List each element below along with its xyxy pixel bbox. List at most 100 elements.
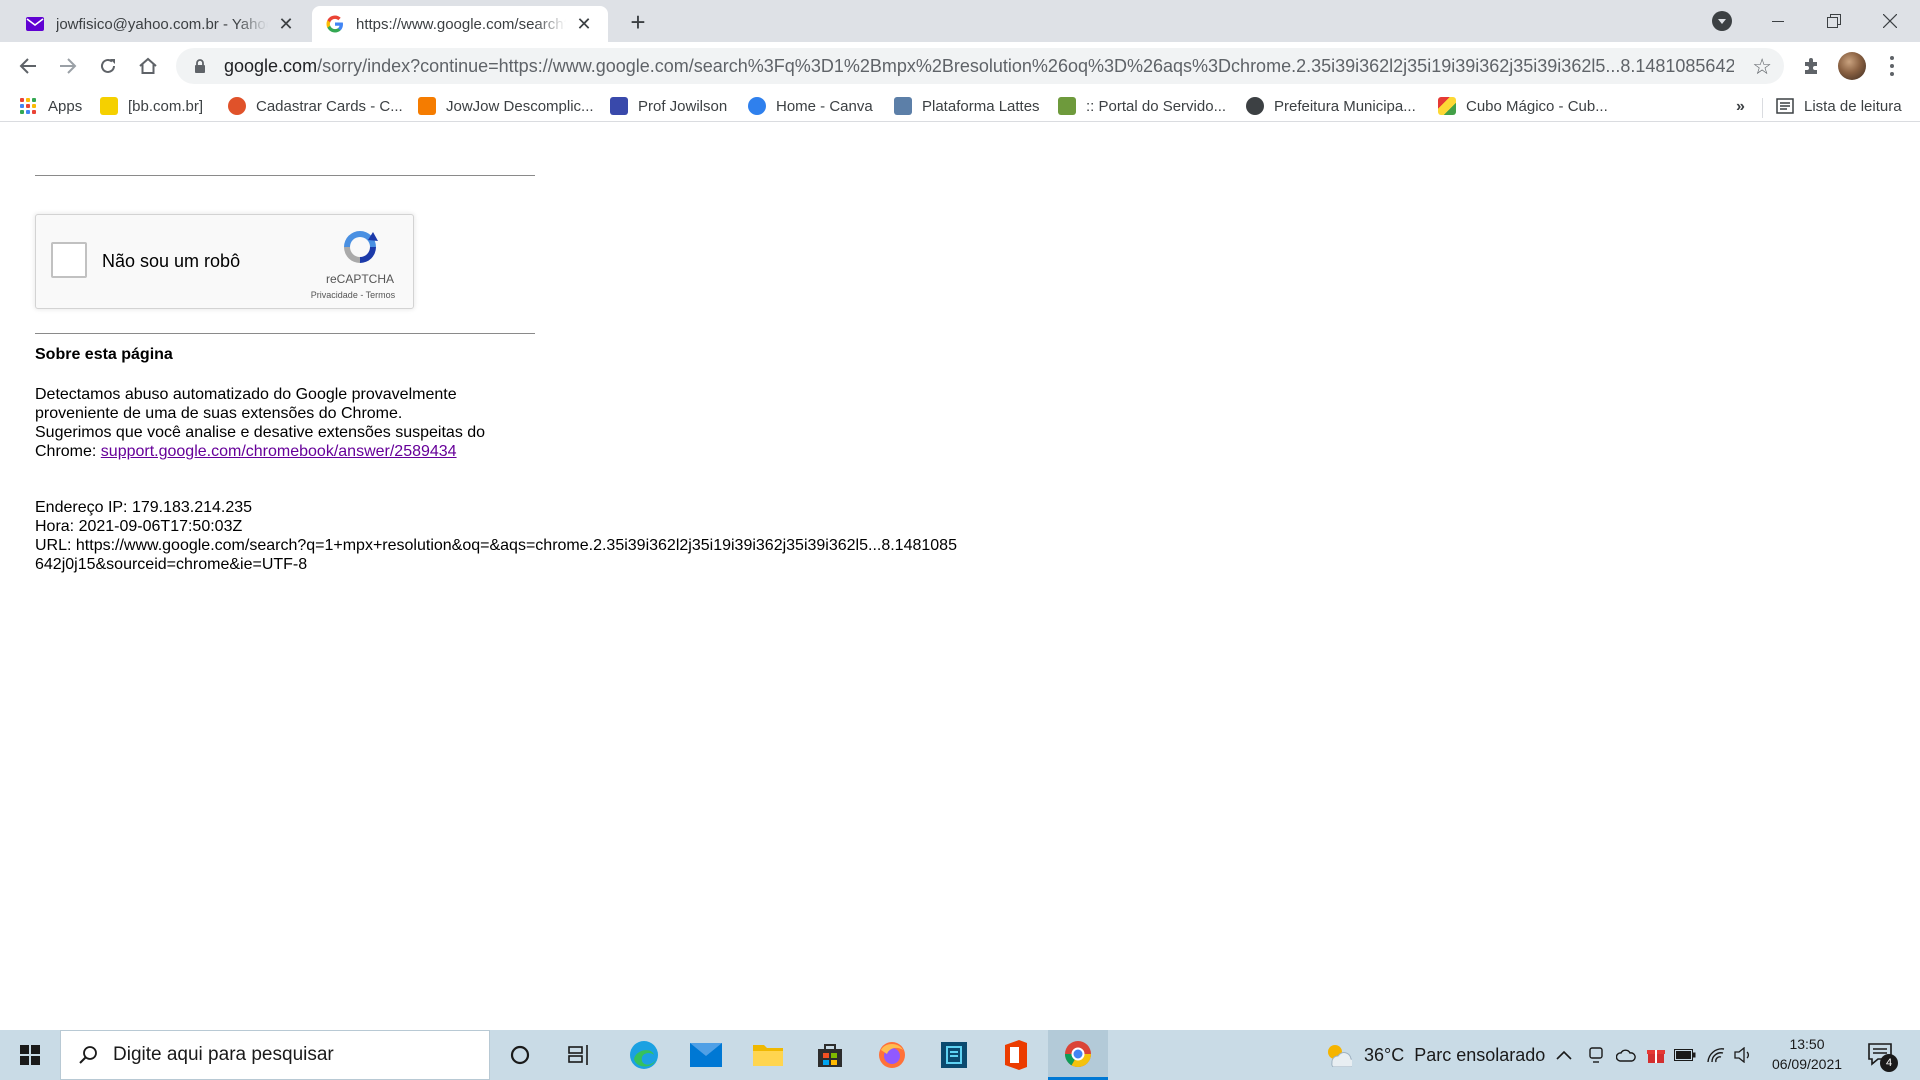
recaptcha-label: Não sou um robô bbox=[102, 251, 241, 271]
back-button[interactable] bbox=[12, 50, 44, 82]
windows-logo-icon bbox=[20, 1045, 40, 1065]
bookmark-label: Cubo Mágico - Cub... bbox=[1466, 97, 1608, 115]
reload-icon bbox=[101, 58, 115, 73]
firefox-icon bbox=[879, 1042, 905, 1068]
taskbar-clock[interactable]: 13:50 06/09/2021 bbox=[1762, 1034, 1852, 1074]
restore-icon bbox=[1827, 14, 1841, 28]
request-details: Endereço IP: 179.183.214.235 Hora: 2021-… bbox=[35, 498, 995, 574]
browser-toolbar: google.com/sorry/index?continue=https://… bbox=[0, 42, 1920, 90]
cortana-button[interactable] bbox=[490, 1030, 550, 1080]
wifi-icon bbox=[1707, 1048, 1725, 1063]
tab-title: jowfisico@yahoo.com.br - Yahoo bbox=[56, 15, 268, 33]
gift-icon bbox=[1647, 1050, 1665, 1063]
bookmark-cubo-magico[interactable]: Cubo Mágico - Cub... bbox=[1438, 94, 1608, 118]
task-view-icon bbox=[568, 1045, 588, 1065]
close-icon bbox=[1883, 14, 1897, 28]
reading-list-label: Lista de leitura bbox=[1804, 97, 1902, 115]
yahoo-mail-icon bbox=[26, 17, 44, 31]
taskbar-file-explorer[interactable] bbox=[738, 1030, 798, 1080]
url-path: /sorry/index?continue=https://www.google… bbox=[317, 55, 1734, 76]
bookmark-portal-servidor[interactable]: :: Portal do Servido... bbox=[1058, 94, 1226, 118]
recaptcha-privacy-link[interactable]: Privacidade bbox=[311, 290, 358, 300]
tray-volume[interactable] bbox=[1734, 1030, 1754, 1080]
home-button[interactable] bbox=[132, 50, 164, 82]
webcam-icon bbox=[1589, 1047, 1603, 1063]
bookmark-label: Apps bbox=[48, 97, 83, 115]
lattes-icon bbox=[894, 97, 912, 115]
partly-sunny-icon bbox=[1328, 1045, 1352, 1067]
bookmark-prof-jowilson[interactable]: Prof Jowilson bbox=[610, 94, 727, 118]
tray-expand-button[interactable] bbox=[1556, 1030, 1572, 1080]
tray-app[interactable] bbox=[1646, 1030, 1666, 1080]
clock-time: 13:50 bbox=[1789, 1036, 1825, 1052]
weather-temp: 36°C bbox=[1364, 1044, 1405, 1065]
taskbar-store[interactable] bbox=[800, 1030, 860, 1080]
taskbar-edge[interactable] bbox=[614, 1030, 674, 1080]
reload-button[interactable] bbox=[92, 50, 124, 82]
bookmark-bb[interactable]: [bb.com.br] bbox=[100, 94, 203, 118]
recaptcha-checkbox[interactable] bbox=[51, 242, 87, 278]
bookmarks-overflow-button[interactable]: » bbox=[1736, 98, 1745, 116]
tab-yahoo-mail[interactable]: jowfisico@yahoo.com.br - Yahoo ✕ bbox=[12, 6, 310, 42]
notifications-count: 4 bbox=[1880, 1054, 1898, 1072]
reading-list-icon bbox=[1776, 98, 1794, 114]
bookmark-apps[interactable]: Apps bbox=[20, 94, 82, 118]
bookmark-jowjow[interactable]: JowJow Descomplic... bbox=[418, 94, 594, 118]
taskbar-chrome[interactable] bbox=[1048, 1030, 1108, 1080]
restore-button[interactable] bbox=[1806, 0, 1862, 42]
bookmark-label: Plataforma Lattes bbox=[922, 97, 1040, 115]
tray-network[interactable] bbox=[1706, 1030, 1726, 1080]
bookmark-label: :: Portal do Servido... bbox=[1086, 97, 1227, 115]
taskbar-app[interactable] bbox=[924, 1030, 984, 1080]
address-bar[interactable]: google.com/sorry/index?continue=https://… bbox=[176, 48, 1784, 84]
tab-search-icon[interactable] bbox=[1712, 11, 1732, 31]
tab-close-icon[interactable]: ✕ bbox=[276, 14, 296, 34]
canva-icon bbox=[748, 97, 766, 115]
tray-onedrive[interactable] bbox=[1616, 1030, 1636, 1080]
bookmark-lattes[interactable]: Plataforma Lattes bbox=[894, 94, 1040, 118]
back-arrow-icon bbox=[19, 58, 36, 74]
profile-avatar[interactable] bbox=[1838, 52, 1866, 80]
extensions-button[interactable] bbox=[1798, 52, 1826, 80]
tray-battery[interactable] bbox=[1674, 1030, 1696, 1080]
reading-list-button[interactable]: Lista de leitura bbox=[1776, 94, 1902, 118]
chrome-menu-icon[interactable] bbox=[1882, 52, 1902, 80]
bookmark-prefeitura[interactable]: Prefeitura Municipa... bbox=[1246, 94, 1416, 118]
taskbar-mail[interactable] bbox=[676, 1030, 736, 1080]
lock-icon[interactable] bbox=[192, 58, 208, 74]
recaptcha-terms-link[interactable]: Termos bbox=[366, 290, 396, 300]
office-icon bbox=[1005, 1040, 1027, 1070]
tab-title: https://www.google.com/search? bbox=[356, 15, 566, 33]
minimize-button[interactable] bbox=[1750, 0, 1806, 42]
bookmark-cadastrar-cards[interactable]: Cadastrar Cards - C... bbox=[228, 94, 403, 118]
bookmarks-bar: Apps [bb.com.br] Cadastrar Cards - C... … bbox=[0, 90, 1920, 122]
support-link[interactable]: support.google.com/chromebook/answer/258… bbox=[101, 443, 457, 460]
tab-close-icon[interactable]: ✕ bbox=[574, 14, 594, 34]
tab-google-search[interactable]: https://www.google.com/search? ✕ bbox=[312, 6, 608, 42]
blue-app-icon bbox=[941, 1042, 967, 1068]
cards-icon bbox=[228, 97, 246, 115]
weather-widget[interactable]: 36°C Parc ensolarado bbox=[1324, 1030, 1545, 1080]
globe-icon bbox=[1246, 97, 1264, 115]
tray-meet-now[interactable] bbox=[1588, 1030, 1604, 1080]
bookmark-canva[interactable]: Home - Canva bbox=[748, 94, 873, 118]
bookmark-star-icon[interactable]: ☆ bbox=[1752, 54, 1772, 80]
start-button[interactable] bbox=[0, 1030, 60, 1080]
puzzle-icon bbox=[1805, 58, 1817, 74]
taskbar-firefox[interactable] bbox=[862, 1030, 922, 1080]
url-text[interactable]: google.com/sorry/index?continue=https://… bbox=[224, 56, 1734, 77]
close-window-button[interactable] bbox=[1862, 0, 1918, 42]
taskbar-search-box[interactable]: Digite aqui para pesquisar bbox=[60, 1030, 490, 1080]
new-tab-button[interactable]: + bbox=[624, 7, 652, 37]
cloud-icon bbox=[1616, 1049, 1636, 1062]
speaker-icon bbox=[1734, 1047, 1749, 1063]
clock-date: 06/09/2021 bbox=[1771, 1056, 1843, 1072]
google-icon bbox=[326, 15, 343, 33]
apps-grid-icon bbox=[20, 98, 36, 114]
calendar-icon bbox=[610, 97, 628, 115]
folder-icon bbox=[753, 1045, 783, 1066]
forward-button[interactable] bbox=[52, 50, 84, 82]
edge-icon bbox=[630, 1041, 658, 1069]
task-view-button[interactable] bbox=[550, 1030, 610, 1080]
taskbar-office[interactable] bbox=[986, 1030, 1046, 1080]
